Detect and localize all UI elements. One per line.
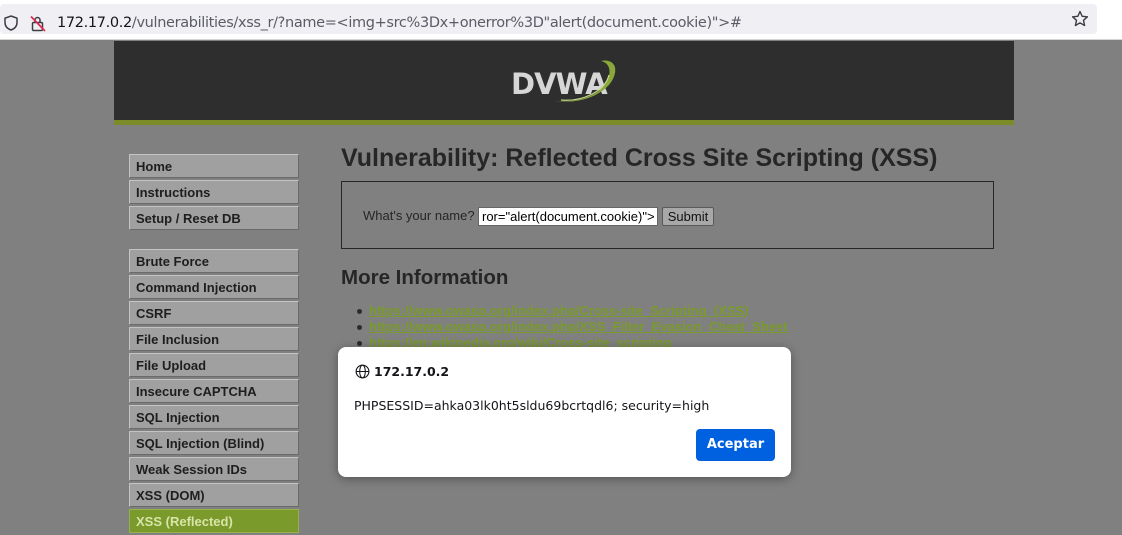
globe-icon — [355, 364, 370, 379]
page-header: DVWA — [114, 41, 1014, 125]
dvwa-logo[interactable]: DVWA — [511, 53, 621, 113]
page-title: Vulnerability: Reflected Cross Site Scri… — [341, 144, 938, 172]
browser-toolbar: 172.17.0.2/vulnerabilities/xss_r/?name=<… — [0, 0, 1122, 40]
submit-button[interactable]: Submit — [662, 207, 714, 226]
menu-item-xss-dom[interactable]: XSS (DOM) — [129, 483, 299, 507]
insecure-lock-icon[interactable] — [30, 15, 46, 32]
url-path: /vulnerabilities/xss_r/?name=<img+src%3D… — [131, 15, 742, 31]
address-bar[interactable]: 172.17.0.2/vulnerabilities/xss_r/?name=<… — [0, 4, 1097, 34]
menu-item-sql-injection-blind[interactable]: SQL Injection (Blind) — [129, 431, 299, 455]
logo-swoosh-icon — [555, 60, 616, 102]
menu-item-sql-injection[interactable]: SQL Injection — [129, 405, 299, 429]
alert-dialog: 172.17.0.2 PHPSESSID=ahka03lk0ht5sldu69b… — [338, 347, 791, 477]
name-input[interactable]: ror="alert(document.cookie)"> — [478, 207, 658, 226]
url-text[interactable]: 172.17.0.2/vulnerabilities/xss_r/?name=<… — [57, 15, 742, 31]
more-info-heading: More Information — [341, 266, 509, 289]
menu-item-home[interactable]: Home — [129, 154, 299, 178]
menu-item-file-upload[interactable]: File Upload — [129, 353, 299, 377]
url-host: 172.17.0.2 — [57, 15, 132, 31]
list-item: https://www.owasp.org/index.php/XSS_Filt… — [357, 319, 788, 335]
more-info-links: https://www.owasp.org/index.php/Cross-si… — [357, 303, 788, 351]
menu-item-insecure-captcha[interactable]: Insecure CAPTCHA — [129, 379, 299, 403]
ok-button[interactable]: Aceptar — [696, 429, 775, 461]
menu-item-instructions[interactable]: Instructions — [129, 180, 299, 204]
menu-item-command-injection[interactable]: Command Injection — [129, 275, 299, 299]
shield-icon[interactable] — [4, 15, 18, 31]
menu-item-csrf[interactable]: CSRF — [129, 301, 299, 325]
menu-item-weak-session-ids[interactable]: Weak Session IDs — [129, 457, 299, 481]
bookmark-star-icon[interactable] — [1071, 10, 1089, 28]
menu-item-brute-force[interactable]: Brute Force — [129, 249, 299, 273]
dialog-origin: 172.17.0.2 — [374, 364, 450, 379]
name-label: What's your name? — [363, 208, 475, 223]
owasp-xss-link[interactable]: https://www.owasp.org/index.php/Cross-si… — [369, 303, 748, 318]
menu-item-file-inclusion[interactable]: File Inclusion — [129, 327, 299, 351]
menu-item-setup[interactable]: Setup / Reset DB — [129, 206, 299, 230]
list-item: https://www.owasp.org/index.php/Cross-si… — [357, 303, 788, 319]
xss-form: What's your name? ror="alert(document.co… — [341, 181, 994, 249]
menu-item-xss-reflected[interactable]: XSS (Reflected) — [129, 509, 299, 533]
owasp-filter-evasion-link[interactable]: https://www.owasp.org/index.php/XSS_Filt… — [369, 319, 788, 334]
dialog-message: PHPSESSID=ahka03lk0ht5sldu69bcrtqdl6; se… — [354, 398, 710, 413]
